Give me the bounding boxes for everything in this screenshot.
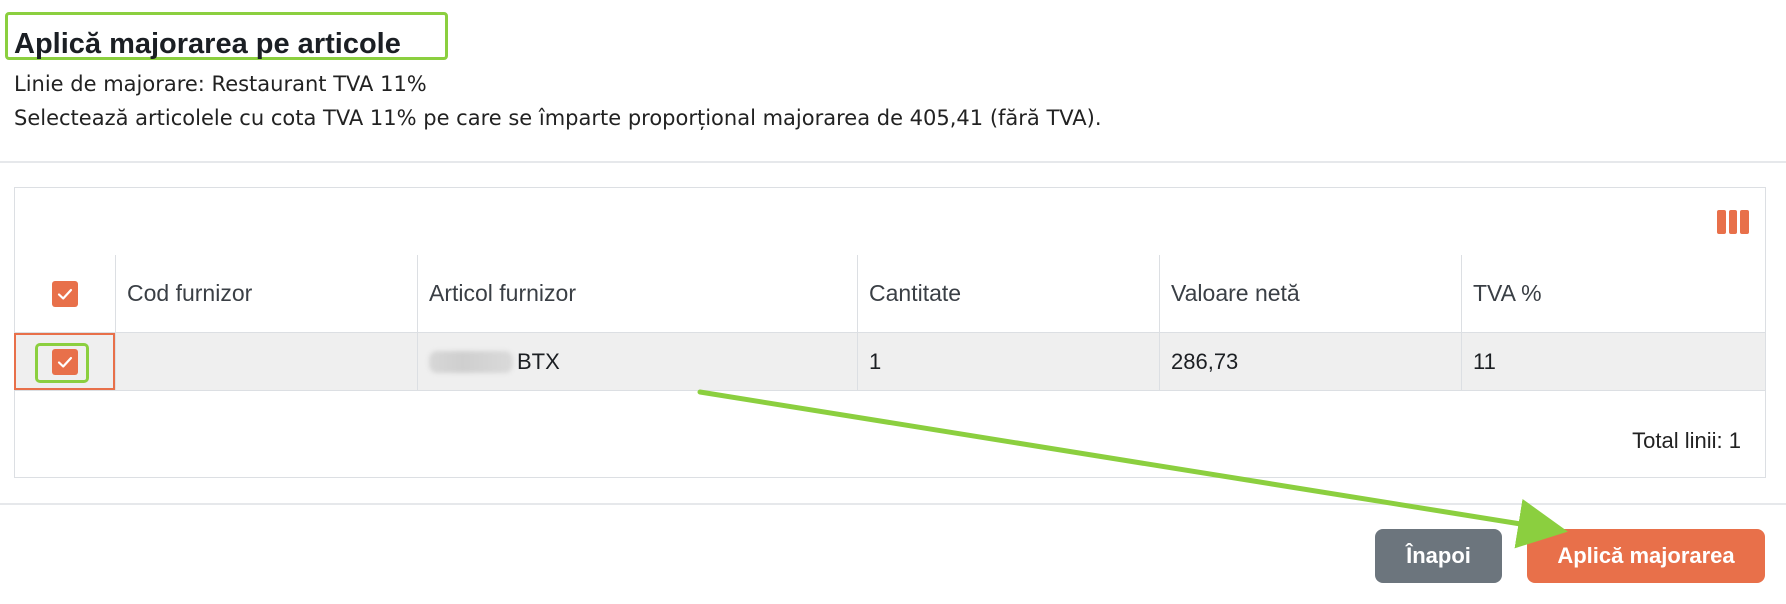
cell-articol-furnizor: BTX <box>418 333 858 390</box>
table-row[interactable]: BTX 1 286,73 11 <box>15 333 1765 391</box>
select-all-checkbox[interactable] <box>52 280 78 307</box>
grid-toolbar <box>15 188 1765 256</box>
checkmark-icon <box>57 356 73 368</box>
column-header-cod-furnizor[interactable]: Cod furnizor <box>116 255 418 332</box>
row-select-checkbox[interactable] <box>52 348 78 375</box>
cell-cod-furnizor <box>116 333 418 390</box>
header-divider <box>0 161 1786 163</box>
checkmark-icon <box>57 288 73 300</box>
dialog-title: Aplică majorarea pe articole <box>14 28 401 60</box>
column-header-articol-furnizor[interactable]: Articol furnizor <box>418 255 858 332</box>
grid-header-row: Cod furnizor Articol furnizor Cantitate … <box>15 255 1765 333</box>
cell-tva: 11 <box>1473 348 1496 374</box>
apply-markup-button[interactable]: Aplică majorarea <box>1527 529 1765 583</box>
cell-valoare-neta: 286,73 <box>1160 333 1462 390</box>
selection-instruction: Selectează articolele cu cota TVA 11% pe… <box>14 106 1102 130</box>
back-button[interactable]: Înapoi <box>1375 529 1502 583</box>
markup-line-info: Linie de majorare: Restaurant TVA 11% <box>14 72 427 96</box>
row-select-cell <box>15 333 116 390</box>
total-lines-count: Total linii: 1 <box>1632 428 1741 453</box>
column-header-cantitate[interactable]: Cantitate <box>858 255 1160 332</box>
select-all-cell <box>15 255 116 332</box>
footer-divider <box>0 503 1786 505</box>
column-header-valoare-neta[interactable]: Valoare netă <box>1160 255 1462 332</box>
articles-grid: Cod furnizor Articol furnizor Cantitate … <box>14 187 1766 478</box>
column-header-tva[interactable]: TVA % <box>1462 255 1767 332</box>
redacted-text <box>429 350 513 373</box>
articol-name-text: BTX <box>517 348 560 374</box>
columns-icon[interactable] <box>1717 210 1750 234</box>
cell-cantitate: 1 <box>858 333 1160 390</box>
